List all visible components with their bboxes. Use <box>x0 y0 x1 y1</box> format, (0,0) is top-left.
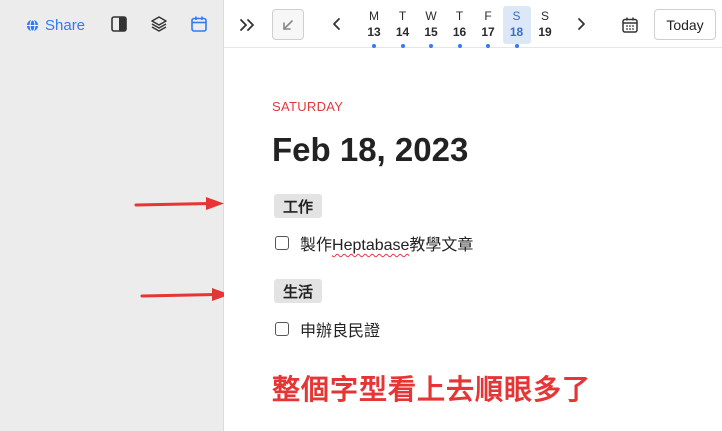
todo-item: 申辦良民證 <box>275 317 380 341</box>
layers-icon[interactable] <box>150 15 168 33</box>
weekday-label: SATURDAY <box>272 99 344 114</box>
week-day-number: 13 <box>367 25 381 39</box>
todo-text-prefix: 製作 <box>300 237 333 254</box>
week-day-letter: S <box>512 9 521 23</box>
week-day-number: 15 <box>424 25 438 39</box>
week-day-letter: T <box>398 9 407 23</box>
week-day-number: 18 <box>509 25 524 39</box>
has-entry-dot <box>514 44 519 48</box>
sidebar: Share <box>0 0 230 431</box>
week-day[interactable]: F 17 <box>474 6 502 48</box>
week-day[interactable]: T 14 <box>389 6 417 48</box>
share-label: Share <box>45 16 86 34</box>
has-entry-dot <box>372 44 376 48</box>
has-entry-dot <box>400 44 405 48</box>
tag-life[interactable]: 生活 <box>274 279 323 303</box>
calendar-icon[interactable] <box>190 15 208 33</box>
week-day-letter: W <box>425 9 437 23</box>
todo-text-suffix: 教學文章 <box>409 237 474 254</box>
arrow-down-left-icon <box>283 19 293 30</box>
red-arrow-icon <box>134 197 224 210</box>
week-day-letter: T <box>455 9 464 23</box>
todo-text[interactable]: 製作Heptabase教學文章 <box>300 231 473 255</box>
week-day[interactable]: S 19 <box>531 6 559 44</box>
todo-checkbox[interactable] <box>275 322 289 336</box>
week-day-number: 17 <box>481 25 495 39</box>
week-day[interactable]: T 16 <box>446 6 474 48</box>
globe-icon <box>26 18 39 32</box>
todo-text[interactable]: 申辦良民證 <box>300 317 380 341</box>
red-arrow-icon <box>140 288 230 301</box>
double-chevron-right-icon[interactable] <box>238 16 256 34</box>
share-button[interactable]: Share <box>26 14 85 36</box>
chevron-left-icon[interactable] <box>330 16 344 32</box>
sidebar-toggle-icon[interactable] <box>110 15 128 33</box>
week-day-number: 16 <box>452 25 467 39</box>
has-entry-dot <box>457 44 462 48</box>
journal-main: M 13 T 14 W 15 T 16 F 17 S 18 S 19 Today SATURDAY Feb… <box>224 0 722 431</box>
journal-date-title: Feb 18, 2023 <box>272 131 469 168</box>
week-day-letter: M <box>369 9 379 23</box>
topbar: M 13 T 14 W 15 T 16 F 17 S 18 S 19 Today <box>224 0 722 48</box>
week-day[interactable]: W 15 <box>417 6 445 48</box>
has-entry-dot <box>429 44 433 48</box>
todo-checkbox[interactable] <box>275 236 289 250</box>
today-button[interactable]: Today <box>654 9 716 40</box>
sidebar-toolbar: Share <box>0 0 224 48</box>
annotation-text: 整個字型看上去順眼多了 <box>272 374 592 405</box>
week-day-number: 19 <box>538 25 552 39</box>
week-day[interactable]: S 18 <box>502 6 531 48</box>
has-entry-dot <box>486 44 490 48</box>
week-day-number: 14 <box>395 25 410 39</box>
calendar-picker-icon[interactable] <box>621 16 639 34</box>
collapse-button[interactable] <box>272 9 304 40</box>
chevron-right-icon[interactable] <box>574 16 588 32</box>
week-day-letter: F <box>484 9 492 23</box>
tag-work[interactable]: 工作 <box>274 194 323 218</box>
todo-text-misspelled: Heptabase <box>332 237 410 254</box>
week-day[interactable]: M 13 <box>360 6 388 48</box>
week-day-letter: S <box>540 9 549 23</box>
todo-item: 製作Heptabase教學文章 <box>275 231 473 255</box>
